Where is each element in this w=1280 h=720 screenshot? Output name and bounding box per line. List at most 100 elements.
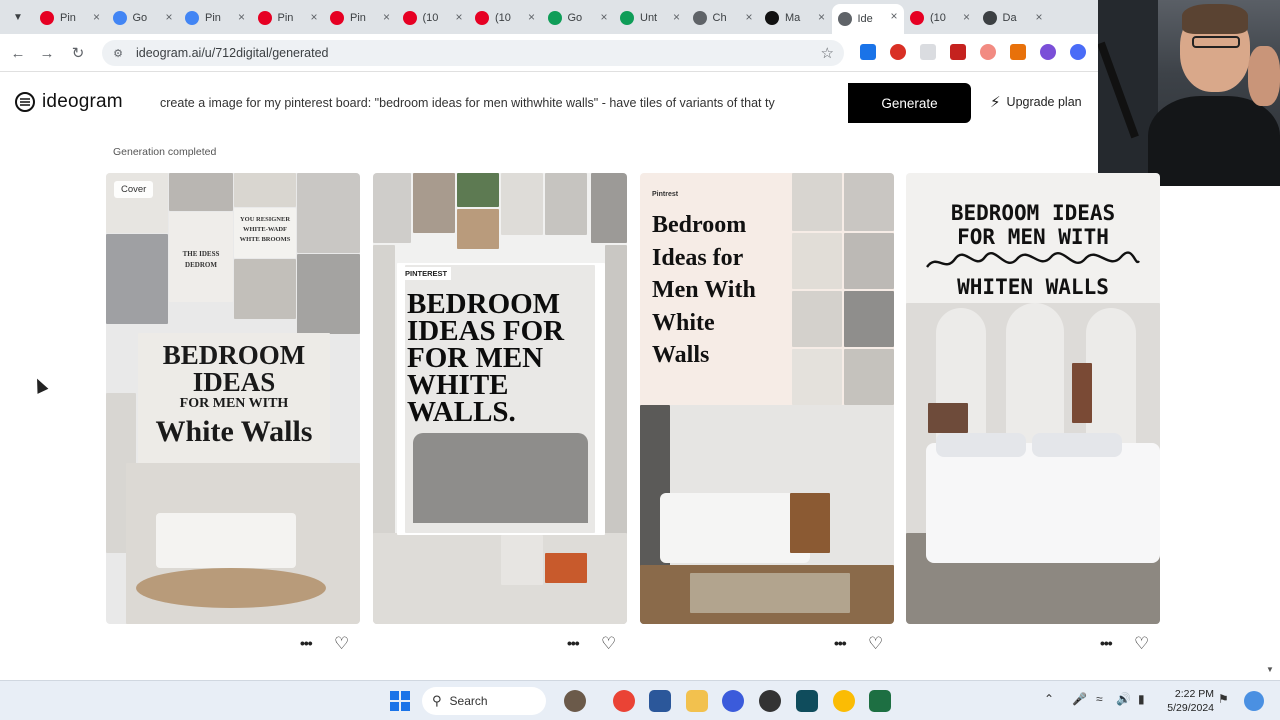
browser-tab[interactable]: (10 × bbox=[469, 5, 541, 30]
excel-icon[interactable] bbox=[869, 690, 891, 712]
volume-icon[interactable]: 🔊 bbox=[1116, 692, 1131, 706]
tab-label: Pin bbox=[350, 11, 366, 24]
browser-tab[interactable]: Ch × bbox=[687, 5, 759, 30]
generated-image-1[interactable]: Cover YOU RESIGNER WHITE-WADF WHTE BROOMS … bbox=[106, 173, 360, 624]
handwritten-scribble bbox=[926, 251, 1140, 268]
sheets-icon bbox=[620, 10, 634, 25]
zoom-icon[interactable] bbox=[722, 690, 744, 712]
generate-button[interactable]: Generate bbox=[848, 83, 971, 123]
forward-icon[interactable]: → bbox=[37, 43, 57, 63]
reload-icon[interactable]: ↻ bbox=[68, 43, 88, 63]
more-options-icon[interactable]: ••• bbox=[834, 635, 847, 651]
windows-taskbar: ⚲ Search ⌃ 🎤 ≈ 🔊 ▮ 2:22 PM 5/29/2024 ⚑ bbox=[0, 680, 1280, 720]
back-icon[interactable]: ← bbox=[8, 43, 28, 63]
file-explorer-icon[interactable] bbox=[686, 690, 708, 712]
docs-icon bbox=[112, 10, 127, 25]
close-tab-icon[interactable]: × bbox=[745, 10, 752, 24]
notification-icon[interactable]: ⚑ bbox=[1218, 692, 1229, 706]
tab-label: Go bbox=[567, 11, 583, 24]
tray-chevron-icon[interactable]: ⌃ bbox=[1044, 692, 1054, 706]
close-tab-icon[interactable]: × bbox=[600, 10, 607, 24]
windows-start-icon[interactable] bbox=[390, 691, 410, 711]
close-tab-icon[interactable]: × bbox=[238, 10, 245, 24]
close-tab-icon[interactable]: × bbox=[383, 10, 390, 24]
browser-tab[interactable]: Ma × bbox=[759, 5, 831, 30]
heart-icon[interactable]: ♡ bbox=[601, 634, 616, 654]
scroll-down-arrow-icon[interactable]: ▼ bbox=[1266, 665, 1274, 674]
clock-time: 2:22 PM bbox=[1174, 688, 1214, 700]
ideogram-logo[interactable]: ideogram bbox=[14, 91, 123, 113]
browser-tab[interactable]: Pin × bbox=[324, 5, 396, 30]
close-tab-icon[interactable]: × bbox=[165, 10, 172, 24]
more-options-icon[interactable]: ••• bbox=[300, 635, 313, 651]
close-tab-icon[interactable]: × bbox=[673, 10, 680, 24]
chrome-profile-icon[interactable] bbox=[833, 690, 855, 712]
close-tab-icon[interactable]: × bbox=[890, 9, 897, 23]
extension-puzzle-icon[interactable] bbox=[1070, 44, 1086, 60]
docs-icon bbox=[185, 10, 199, 25]
tab-label: Pin bbox=[60, 11, 76, 24]
generated-image-4[interactable]: BEDROOM IDEAS FOR MEN WITH WHITEN WALLS bbox=[906, 173, 1160, 624]
microphone-icon[interactable]: 🎤 bbox=[1072, 692, 1087, 706]
heart-icon[interactable]: ♡ bbox=[868, 634, 883, 654]
site-info-icon[interactable]: ⚙ bbox=[110, 45, 126, 61]
wifi-icon[interactable]: ≈ bbox=[1096, 692, 1103, 706]
upgrade-plan-link[interactable]: ⚡ Upgrade plan bbox=[990, 93, 1082, 111]
generation-status: Generation completed bbox=[113, 146, 217, 158]
extension-shield-icon[interactable] bbox=[980, 44, 996, 60]
tab-search-icon[interactable]: ▼ bbox=[8, 7, 28, 27]
address-bar[interactable]: ⚙ ideogram.ai/u/712digital/generated ☆ bbox=[102, 40, 844, 66]
extension-red-icon[interactable] bbox=[890, 44, 906, 60]
tab-label: Ma bbox=[785, 11, 801, 24]
browser-tab[interactable]: Da × bbox=[977, 5, 1049, 30]
pintrest-label: Pintrest bbox=[652, 191, 679, 198]
address-url[interactable]: ideogram.ai/u/712digital/generated bbox=[136, 46, 329, 60]
browser-tab[interactable]: Pin × bbox=[179, 5, 251, 30]
close-tab-icon[interactable]: × bbox=[963, 10, 970, 24]
extension-grey-icon[interactable] bbox=[920, 44, 936, 60]
close-tab-icon[interactable]: × bbox=[455, 10, 462, 24]
extension-new-icon[interactable] bbox=[860, 44, 876, 60]
browser-tab[interactable]: Pin × bbox=[252, 5, 324, 30]
app-header: ideogram create a image for my pinterest… bbox=[0, 74, 1098, 132]
generated-image-3[interactable]: Pintrest Bedroom Ideas for Men With Whit… bbox=[640, 173, 894, 624]
tab-label: Go bbox=[132, 11, 148, 24]
battery-icon[interactable]: ▮ bbox=[1138, 692, 1145, 706]
browser-tab[interactable]: Unt × bbox=[614, 5, 686, 30]
tab-label: Pin bbox=[205, 11, 221, 24]
browser-tab[interactable]: Pin × bbox=[34, 5, 106, 30]
heart-icon[interactable]: ♡ bbox=[1134, 634, 1149, 654]
browser-toolbar: ← → ↻ ⚙ ideogram.ai/u/712digital/generat… bbox=[0, 34, 1098, 72]
tab-label: (10 bbox=[495, 11, 511, 24]
prompt-input[interactable]: create a image for my pinterest board: "… bbox=[150, 84, 846, 122]
heart-icon[interactable]: ♡ bbox=[334, 634, 349, 654]
close-tab-icon[interactable]: × bbox=[528, 10, 535, 24]
close-tab-icon[interactable]: × bbox=[818, 10, 825, 24]
browser-tab[interactable]: (10 × bbox=[904, 5, 976, 30]
tab-label: Ch bbox=[712, 11, 727, 24]
recorder-icon[interactable] bbox=[759, 690, 781, 712]
clock[interactable]: 2:22 PM 5/29/2024 bbox=[1164, 687, 1214, 715]
copilot-icon[interactable] bbox=[1244, 691, 1264, 711]
extension-orange-icon[interactable] bbox=[1010, 44, 1026, 60]
lightning-icon: ⚡ bbox=[990, 94, 1001, 111]
animal-widget-icon[interactable] bbox=[564, 690, 586, 712]
browser-tab[interactable]: Go × bbox=[107, 5, 179, 30]
word-icon[interactable] bbox=[649, 690, 671, 712]
taskbar-search[interactable]: ⚲ Search bbox=[422, 687, 546, 715]
more-options-icon[interactable]: ••• bbox=[1100, 635, 1113, 651]
chrome-icon[interactable] bbox=[613, 690, 635, 712]
extension-film-icon[interactable] bbox=[950, 44, 966, 60]
bookmark-star-icon[interactable]: ☆ bbox=[821, 44, 834, 62]
browser-tab[interactable]: Ide × bbox=[831, 4, 904, 34]
extension-purple-icon[interactable] bbox=[1040, 44, 1056, 60]
close-tab-icon[interactable]: × bbox=[1035, 10, 1042, 24]
browser-tab[interactable]: Go × bbox=[542, 5, 614, 30]
browser-tab[interactable]: (10 × bbox=[397, 5, 469, 30]
generated-image-2[interactable]: PINTEREST BEDROOM IDEAS FOR FOR MEN WHIT… bbox=[373, 173, 627, 624]
more-options-icon[interactable]: ••• bbox=[567, 635, 580, 651]
close-tab-icon[interactable]: × bbox=[93, 10, 100, 24]
close-tab-icon[interactable]: × bbox=[310, 10, 317, 24]
app-icon[interactable] bbox=[796, 690, 818, 712]
chatgpt-icon bbox=[692, 10, 707, 25]
